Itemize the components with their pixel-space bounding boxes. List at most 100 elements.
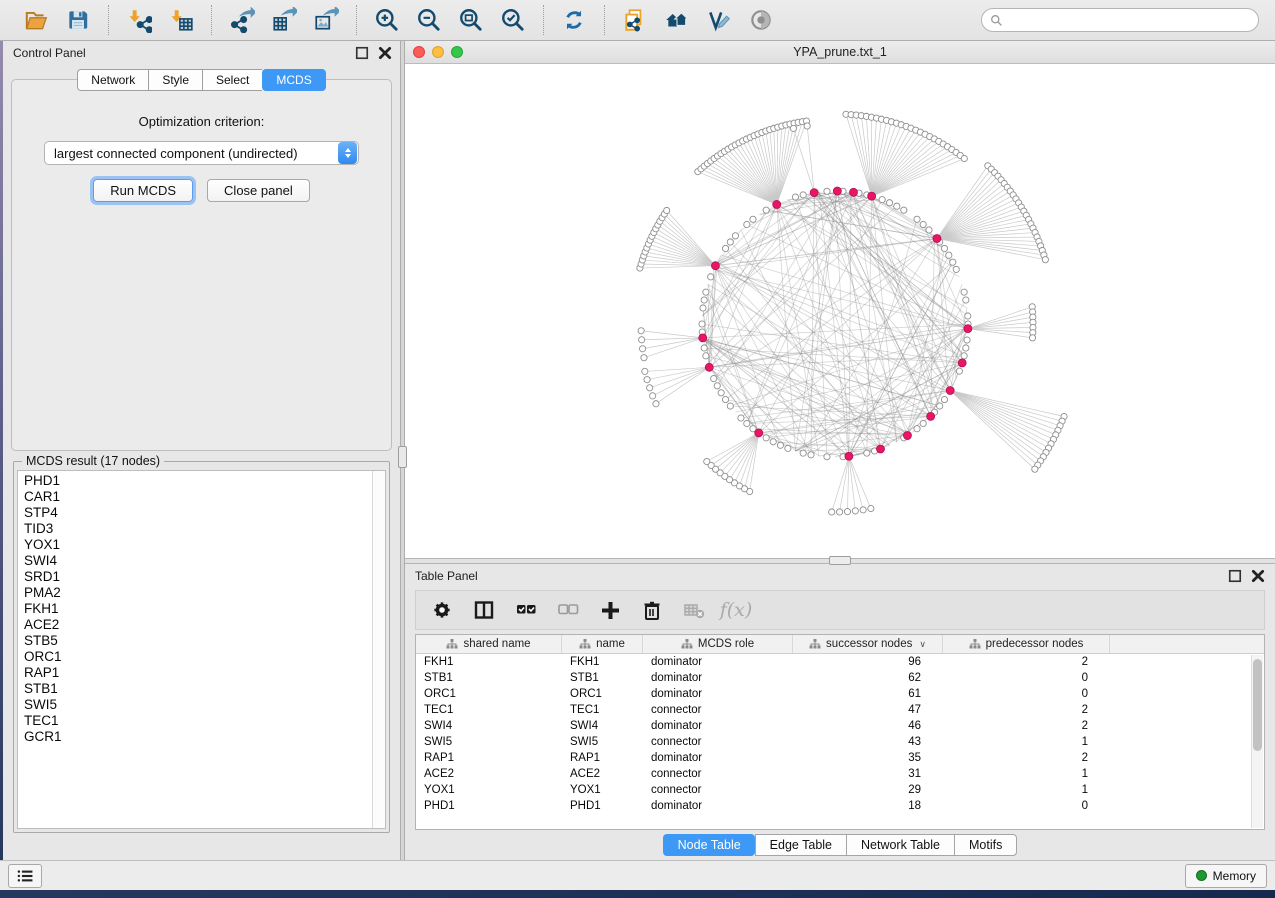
ring-node[interactable]	[920, 221, 926, 227]
mcds-result-item[interactable]: FKH1	[24, 601, 372, 617]
search-box[interactable]	[981, 8, 1259, 32]
float-table-panel-button[interactable]	[1228, 569, 1242, 583]
run-mcds-button[interactable]: Run MCDS	[93, 179, 193, 202]
table-row[interactable]: SWI5SWI5connector431	[416, 734, 1264, 750]
tab-select[interactable]: Select	[202, 69, 262, 91]
ring-node[interactable]	[777, 442, 783, 448]
ring-node[interactable]	[701, 345, 707, 351]
table-row[interactable]: TEC1TEC1connector472	[416, 702, 1264, 718]
style-editor-button[interactable]	[701, 4, 737, 36]
ring-node[interactable]	[708, 274, 714, 280]
ring-node[interactable]	[722, 396, 728, 402]
leaf-node[interactable]	[639, 337, 645, 343]
leaf-node[interactable]	[650, 393, 656, 399]
mcds-hub-node[interactable]	[845, 452, 853, 460]
float-panel-button[interactable]	[355, 46, 369, 60]
ring-node[interactable]	[800, 450, 806, 456]
leaf-node[interactable]	[664, 207, 670, 213]
tab-mcds[interactable]: MCDS	[262, 69, 325, 91]
mcds-result-item[interactable]: STB5	[24, 633, 372, 649]
ring-node[interactable]	[718, 390, 724, 396]
leaf-node[interactable]	[860, 507, 866, 513]
leaf-node[interactable]	[829, 509, 835, 515]
ring-node[interactable]	[963, 345, 969, 351]
column-header-predecessor-nodes[interactable]: predecessor nodes	[943, 635, 1110, 653]
mcds-result-item[interactable]: STP4	[24, 505, 372, 521]
mcds-hub-node[interactable]	[699, 334, 707, 342]
window-close-button[interactable]	[413, 46, 425, 58]
ring-node[interactable]	[950, 259, 956, 265]
refresh-view-button[interactable]	[556, 4, 592, 36]
import-table-button[interactable]	[163, 4, 199, 36]
ring-node[interactable]	[914, 426, 920, 432]
ring-node[interactable]	[961, 289, 967, 295]
ring-node[interactable]	[744, 420, 750, 426]
mcds-hub-node[interactable]	[927, 412, 935, 420]
ring-node[interactable]	[714, 383, 720, 389]
column-header-MCDS-role[interactable]: MCDS role	[643, 635, 793, 653]
mcds-hub-node[interactable]	[850, 188, 858, 196]
leaf-node[interactable]	[647, 385, 653, 391]
ring-node[interactable]	[941, 245, 947, 251]
mcds-hub-node[interactable]	[964, 325, 972, 333]
leaf-node[interactable]	[1032, 466, 1038, 472]
mcds-result-list[interactable]: PHD1CAR1STP4TID3YOX1SWI4SRD1PMA2FKH1ACE2…	[18, 471, 372, 828]
mcds-hub-node[interactable]	[946, 387, 954, 395]
mcds-result-item[interactable]: PMA2	[24, 585, 372, 601]
leaf-node[interactable]	[868, 505, 874, 511]
mcds-hub-node[interactable]	[755, 429, 763, 437]
mcds-result-item[interactable]: RAP1	[24, 665, 372, 681]
mcds-hub-node[interactable]	[868, 192, 876, 200]
mcds-result-item[interactable]: SRD1	[24, 569, 372, 585]
ring-node[interactable]	[763, 435, 769, 441]
ring-node[interactable]	[763, 207, 769, 213]
ring-node[interactable]	[901, 207, 907, 213]
ring-node[interactable]	[953, 266, 959, 272]
vertical-splitter[interactable]	[400, 41, 405, 860]
horizontal-splitter[interactable]	[405, 558, 1275, 564]
ring-node[interactable]	[941, 396, 947, 402]
window-minimize-button[interactable]	[432, 46, 444, 58]
ring-node[interactable]	[964, 337, 970, 343]
leaf-node[interactable]	[790, 125, 796, 131]
mcds-hub-node[interactable]	[711, 262, 719, 270]
open-session-button[interactable]	[18, 4, 54, 36]
mcds-hub-node[interactable]	[903, 432, 911, 440]
ring-node[interactable]	[864, 450, 870, 456]
mcds-hub-node[interactable]	[876, 445, 884, 453]
search-input[interactable]	[1008, 13, 1250, 27]
zoom-fit-button[interactable]	[453, 4, 489, 36]
tab-node-table[interactable]: Node Table	[663, 834, 755, 856]
table-settings-button[interactable]	[426, 595, 458, 625]
tab-motifs[interactable]: Motifs	[954, 834, 1017, 856]
ring-node[interactable]	[732, 233, 738, 239]
leaf-node[interactable]	[638, 328, 644, 334]
ring-node[interactable]	[727, 239, 733, 245]
export-network-button[interactable]	[224, 4, 260, 36]
mcds-result-item[interactable]: TID3	[24, 521, 372, 537]
ring-node[interactable]	[700, 305, 706, 311]
ring-node[interactable]	[824, 454, 830, 460]
ring-node[interactable]	[937, 403, 943, 409]
ring-node[interactable]	[699, 321, 705, 327]
close-panel-action-button[interactable]: Close panel	[207, 179, 310, 202]
ring-node[interactable]	[963, 297, 969, 303]
mcds-hub-node[interactable]	[810, 189, 818, 197]
import-network-button[interactable]	[121, 4, 157, 36]
mcds-result-item[interactable]: PHD1	[24, 473, 372, 489]
tab-network[interactable]: Network	[77, 69, 148, 91]
add-column-button[interactable]	[594, 595, 626, 625]
tab-style[interactable]: Style	[148, 69, 202, 91]
leaf-node[interactable]	[641, 355, 647, 361]
mcds-hub-node[interactable]	[933, 235, 941, 243]
mcds-result-item[interactable]: YOX1	[24, 537, 372, 553]
ring-node[interactable]	[744, 221, 750, 227]
ring-node[interactable]	[703, 353, 709, 359]
mcds-result-item[interactable]: CAR1	[24, 489, 372, 505]
leaf-node[interactable]	[1042, 257, 1048, 263]
mcds-result-item[interactable]: SWI4	[24, 553, 372, 569]
leaf-node[interactable]	[642, 368, 648, 374]
mcds-result-item[interactable]: GCR1	[24, 729, 372, 745]
close-panel-button[interactable]	[378, 46, 392, 60]
close-table-panel-button[interactable]	[1251, 569, 1265, 583]
